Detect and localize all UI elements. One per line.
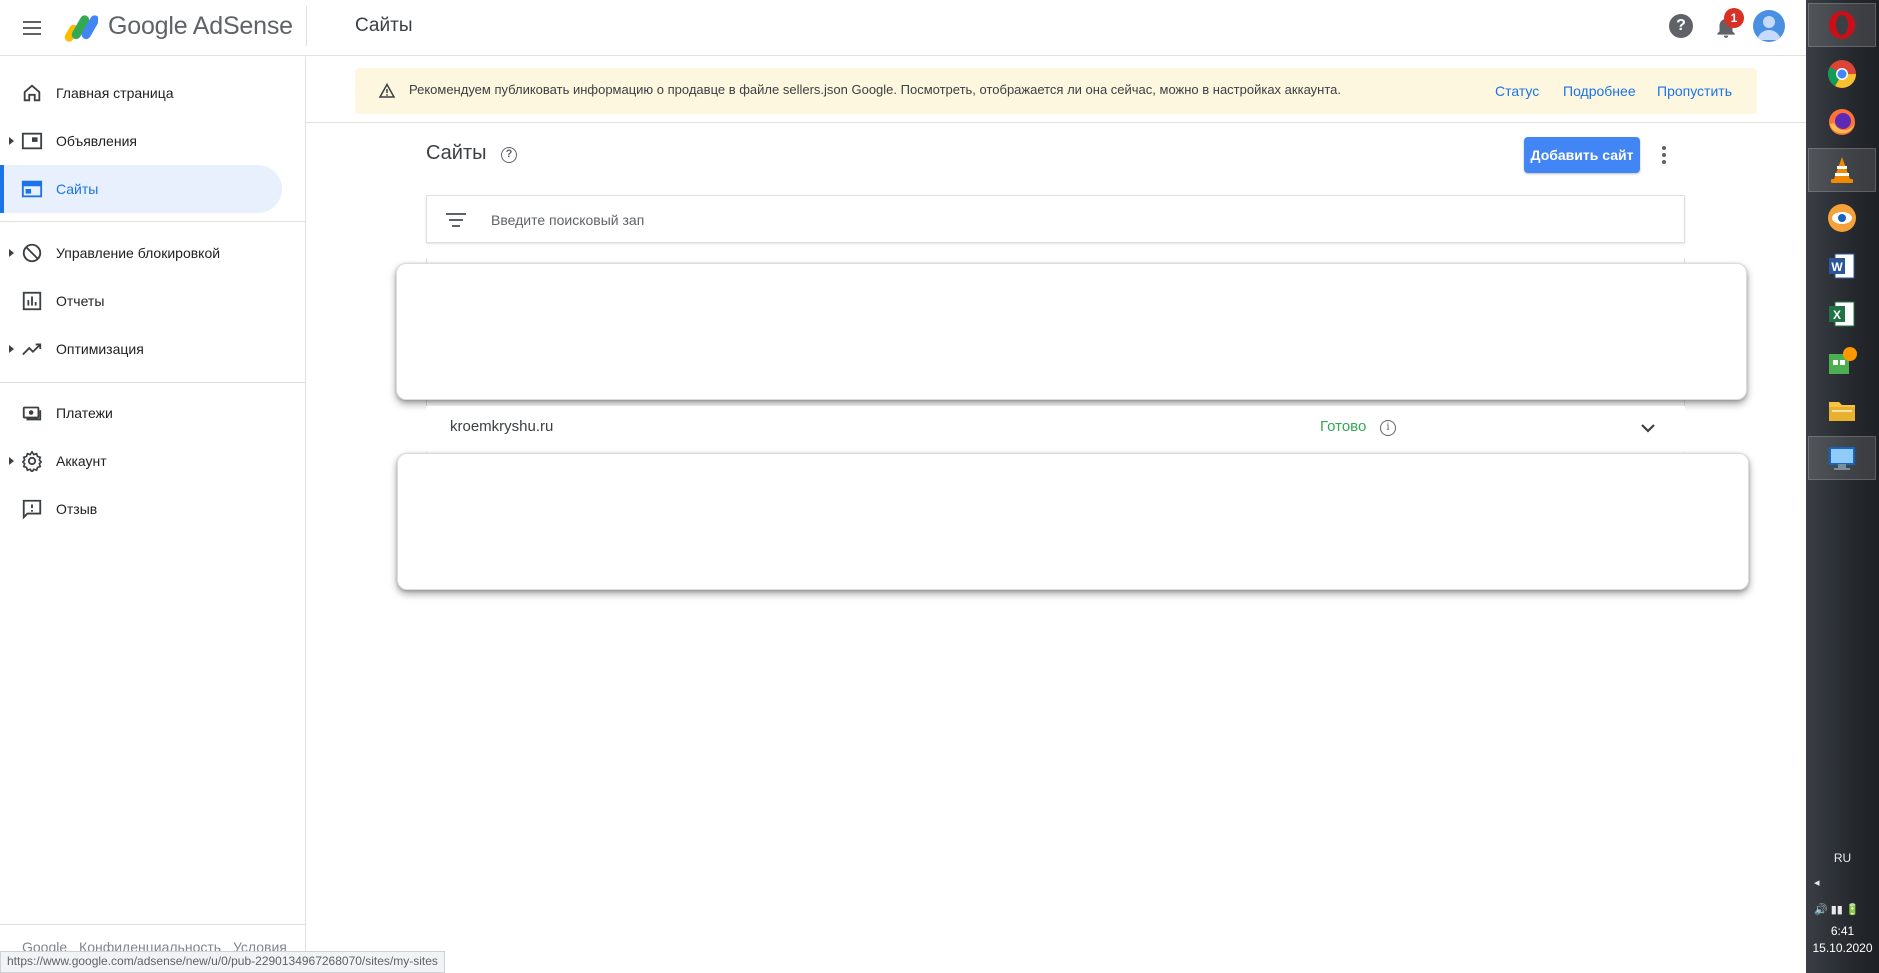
taskbar-app-remote-desktop[interactable] bbox=[1808, 436, 1876, 480]
opera-icon bbox=[1829, 11, 1855, 39]
taskbar-app-opera[interactable] bbox=[1808, 3, 1876, 47]
sidebar-item-label: Управление блокировкой bbox=[56, 245, 221, 261]
sidebar-item-label: Платежи bbox=[56, 405, 113, 421]
warning-icon bbox=[379, 83, 395, 98]
sidebar-item-payments[interactable]: Платежи bbox=[0, 389, 282, 437]
block-icon bbox=[22, 243, 42, 263]
site-domain: kroemkryshu.ru bbox=[450, 418, 554, 435]
taskbar-app-organizer[interactable] bbox=[1808, 340, 1876, 384]
home-icon bbox=[23, 84, 41, 102]
sidebar-item-label: Аккаунт bbox=[56, 453, 107, 469]
help-icon[interactable]: ? bbox=[1669, 14, 1693, 38]
sidebar-item-label: Отзыв bbox=[56, 501, 98, 517]
user-icon bbox=[1757, 16, 1781, 40]
svg-text:W: W bbox=[1831, 260, 1843, 274]
gear-icon bbox=[21, 450, 43, 472]
top-app-bar: Google AdSense Сайты ? 1 bbox=[0, 0, 1806, 56]
site-search-bar bbox=[426, 195, 1685, 243]
page-title: Сайты bbox=[355, 15, 413, 36]
svg-text:X: X bbox=[1833, 308, 1841, 322]
sidebar-divider bbox=[0, 382, 306, 383]
expand-arrow-icon bbox=[9, 249, 14, 257]
site-status: Готово bbox=[1320, 418, 1367, 435]
monitor-icon bbox=[1829, 447, 1855, 470]
taskbar-app-chrome[interactable] bbox=[1808, 52, 1876, 96]
adsense-logo-icon bbox=[64, 15, 98, 42]
eye-app-icon bbox=[1828, 204, 1856, 232]
browser-status-url: https://www.google.com/adsense/new/u/0/p… bbox=[0, 951, 445, 973]
sidebar-item-blocking[interactable]: Управление блокировкой bbox=[0, 229, 282, 277]
content-divider bbox=[306, 122, 1806, 123]
keyboard-language[interactable]: RU bbox=[1806, 851, 1879, 865]
sidebar-nav: Главная страница Объявления Сайты Управл… bbox=[0, 57, 306, 973]
expand-arrow-icon bbox=[9, 457, 14, 465]
excel-icon: X bbox=[1829, 301, 1855, 327]
payments-icon bbox=[22, 406, 42, 421]
tray-status-icons[interactable]: 🔊 ▮▮ 🔋 bbox=[1806, 903, 1879, 916]
chrome-icon bbox=[1828, 60, 1856, 88]
adsense-app: Google AdSense Сайты ? 1 Главная страниц… bbox=[0, 0, 1806, 973]
sites-icon bbox=[21, 180, 43, 198]
chevron-down-icon[interactable] bbox=[1639, 419, 1657, 437]
expand-arrow-icon bbox=[9, 345, 14, 353]
sidebar-divider bbox=[0, 924, 306, 925]
hamburger-menu-button[interactable] bbox=[20, 16, 44, 40]
clock-time[interactable]: 6:41 bbox=[1806, 924, 1879, 938]
tray-expand-icon[interactable]: ◂ bbox=[1806, 876, 1879, 889]
taskbar-app-explorer[interactable] bbox=[1808, 388, 1876, 432]
sidebar-item-optimization[interactable]: Оптимизация bbox=[0, 325, 282, 373]
more-options-icon[interactable] bbox=[1658, 144, 1670, 166]
account-avatar[interactable] bbox=[1753, 10, 1785, 42]
optimization-icon bbox=[22, 343, 42, 356]
info-icon[interactable]: i bbox=[1380, 420, 1396, 436]
sidebar-item-label: Отчеты bbox=[56, 293, 105, 309]
banner-status-link[interactable]: Статус bbox=[1495, 83, 1539, 99]
sellers-json-banner: Рекомендуем публиковать информацию о про… bbox=[355, 68, 1757, 114]
sidebar-item-sites[interactable]: Сайты bbox=[0, 165, 282, 213]
firefox-icon bbox=[1829, 109, 1855, 135]
banner-skip-link[interactable]: Пропустить bbox=[1657, 83, 1732, 99]
feedback-icon bbox=[22, 499, 42, 520]
vlc-icon bbox=[1831, 157, 1853, 183]
windows-taskbar: W X RU ◂ 🔊 ▮▮ 🔋 6:41 15.10.2020 bbox=[1806, 0, 1879, 973]
table-row[interactable]: kroemkryshu.ru Готово i bbox=[426, 406, 1685, 452]
overlay-card-top bbox=[396, 263, 1747, 400]
sites-section-title: Сайты bbox=[426, 142, 487, 164]
sidebar-item-label: Главная страница bbox=[56, 85, 174, 101]
sidebar-item-feedback[interactable]: Отзыв bbox=[0, 485, 282, 533]
header-divider bbox=[306, 6, 307, 46]
folder-icon bbox=[1829, 402, 1855, 421]
clock-date[interactable]: 15.10.2020 bbox=[1806, 941, 1879, 955]
search-input[interactable] bbox=[491, 208, 1591, 232]
help-circle-icon[interactable]: ? bbox=[501, 147, 517, 163]
taskbar-app-vlc[interactable] bbox=[1808, 148, 1876, 192]
calendar-app-icon bbox=[1829, 347, 1857, 374]
ads-icon bbox=[21, 132, 43, 150]
sidebar-item-label: Объявления bbox=[56, 133, 137, 149]
banner-message: Рекомендуем публиковать информацию о про… bbox=[409, 82, 1341, 97]
sidebar-divider bbox=[0, 221, 306, 222]
taskbar-app-word[interactable]: W bbox=[1808, 244, 1876, 288]
sidebar-item-home[interactable]: Главная страница bbox=[0, 69, 282, 117]
taskbar-app-excel[interactable]: X bbox=[1808, 292, 1876, 336]
banner-details-link[interactable]: Подробнее bbox=[1563, 83, 1636, 99]
overlay-card-bottom bbox=[397, 453, 1749, 590]
brand-name: Google AdSense bbox=[108, 12, 293, 40]
sidebar-item-ads[interactable]: Объявления bbox=[0, 117, 282, 165]
word-icon: W bbox=[1829, 253, 1855, 279]
sidebar-item-account[interactable]: Аккаунт bbox=[0, 437, 282, 485]
taskbar-app-viewer[interactable] bbox=[1808, 196, 1876, 240]
notification-badge: 1 bbox=[1724, 8, 1744, 28]
sidebar-item-label: Сайты bbox=[56, 181, 99, 197]
filter-icon[interactable] bbox=[446, 213, 466, 227]
expand-arrow-icon bbox=[9, 137, 14, 145]
sidebar-item-reports[interactable]: Отчеты bbox=[0, 277, 282, 325]
taskbar-app-firefox[interactable] bbox=[1808, 100, 1876, 144]
sidebar-item-label: Оптимизация bbox=[56, 341, 144, 357]
reports-icon bbox=[22, 291, 42, 311]
add-site-button[interactable]: Добавить сайт bbox=[1524, 137, 1640, 173]
